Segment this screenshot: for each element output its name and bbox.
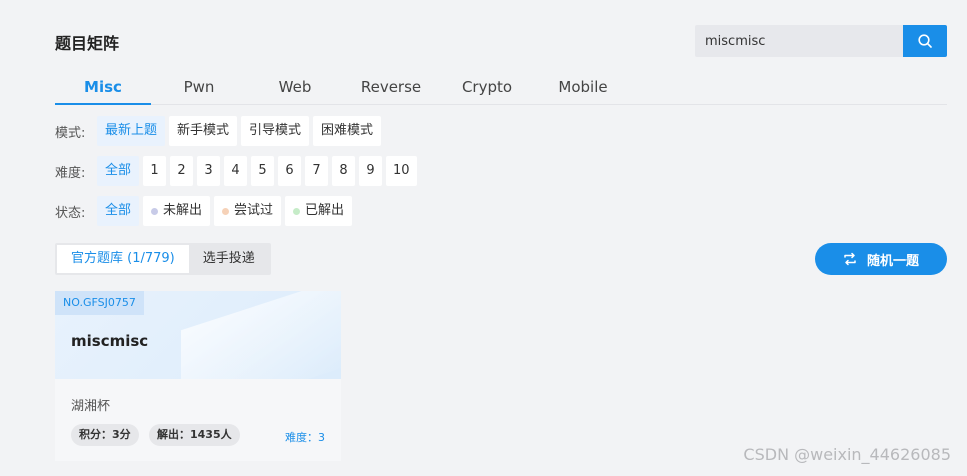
difficulty-option[interactable]: 4 [224, 156, 248, 186]
page-title: 题目矩阵 [55, 34, 120, 53]
challenge-event: 湖湘杯 [71, 399, 111, 414]
tab-pwn[interactable]: Pwn [151, 70, 247, 105]
mode-option-latest[interactable]: 最新上题 [97, 116, 166, 146]
random-question-button[interactable]: 随机一题 [815, 243, 947, 275]
unsolved-dot-icon [151, 207, 159, 215]
tab-mobile[interactable]: Mobile [535, 70, 631, 105]
attempted-dot-icon [222, 207, 230, 215]
difficulty-filter: 难度: 全部 1 2 3 4 5 6 7 8 9 10 [55, 156, 421, 186]
challenge-name: miscmisc [71, 332, 149, 350]
card-decoration [181, 291, 341, 379]
search-bar [695, 25, 947, 57]
search-input[interactable] [695, 25, 903, 57]
tab-misc[interactable]: Misc [55, 70, 151, 105]
points-badge: 积分：3分 [71, 424, 139, 446]
status-option-attempted[interactable]: 尝试过 [214, 196, 282, 226]
status-option-label: 已解出 [305, 203, 345, 218]
search-button[interactable] [903, 25, 947, 57]
difficulty-option[interactable]: 2 [170, 156, 194, 186]
tab-player-submissions[interactable]: 选手投递 [189, 245, 269, 273]
status-option-solved[interactable]: 已解出 [285, 196, 353, 226]
category-tabs: Misc Pwn Web Reverse Crypto Mobile [55, 70, 947, 105]
difficulty-option-all[interactable]: 全部 [97, 156, 140, 186]
challenge-card[interactable]: NO.GFSJ0757 miscmisc 湖湘杯 积分：3分 解出：1435人 … [55, 291, 341, 461]
difficulty-option[interactable]: 6 [278, 156, 302, 186]
tab-crypto[interactable]: Crypto [439, 70, 535, 105]
status-option-unsolved[interactable]: 未解出 [143, 196, 211, 226]
solves-badge: 解出：1435人 [149, 424, 240, 446]
challenge-number: NO.GFSJ0757 [55, 291, 144, 315]
solved-dot-icon [293, 207, 301, 215]
mode-filter: 模式: 最新上题 新手模式 引导模式 困难模式 [55, 116, 385, 146]
tab-web[interactable]: Web [247, 70, 343, 105]
difficulty-option[interactable]: 1 [143, 156, 167, 186]
mode-option-guided[interactable]: 引导模式 [241, 116, 310, 146]
source-tabs: 官方题库 (1/779) 选手投递 [55, 243, 271, 275]
status-filter: 状态: 全部 未解出 尝试过 已解出 [55, 196, 356, 226]
shuffle-icon [844, 252, 856, 266]
difficulty-option[interactable]: 9 [359, 156, 383, 186]
card-footer: 湖湘杯 积分：3分 解出：1435人 难度：3 [55, 379, 341, 461]
status-option-all[interactable]: 全部 [97, 196, 140, 226]
random-button-label: 随机一题 [866, 253, 919, 269]
watermark: CSDN @weixin_44626085 [743, 445, 951, 464]
difficulty-value: 难度：3 [285, 431, 325, 444]
search-icon [918, 34, 932, 48]
tab-official-bank[interactable]: 官方题库 (1/779) [57, 245, 189, 273]
status-option-label: 未解出 [163, 203, 203, 218]
status-option-label: 尝试过 [234, 203, 274, 218]
difficulty-option[interactable]: 5 [251, 156, 275, 186]
difficulty-option[interactable]: 3 [197, 156, 221, 186]
card-header: NO.GFSJ0757 miscmisc [55, 291, 341, 379]
difficulty-option[interactable]: 7 [305, 156, 329, 186]
mode-option-hard[interactable]: 困难模式 [313, 116, 382, 146]
difficulty-option[interactable]: 8 [332, 156, 356, 186]
difficulty-option[interactable]: 10 [386, 156, 417, 186]
status-label: 状态: [55, 205, 86, 221]
tab-reverse[interactable]: Reverse [343, 70, 439, 105]
mode-option-beginner[interactable]: 新手模式 [169, 116, 238, 146]
mode-label: 模式: [55, 125, 86, 141]
difficulty-label: 难度: [55, 165, 86, 181]
